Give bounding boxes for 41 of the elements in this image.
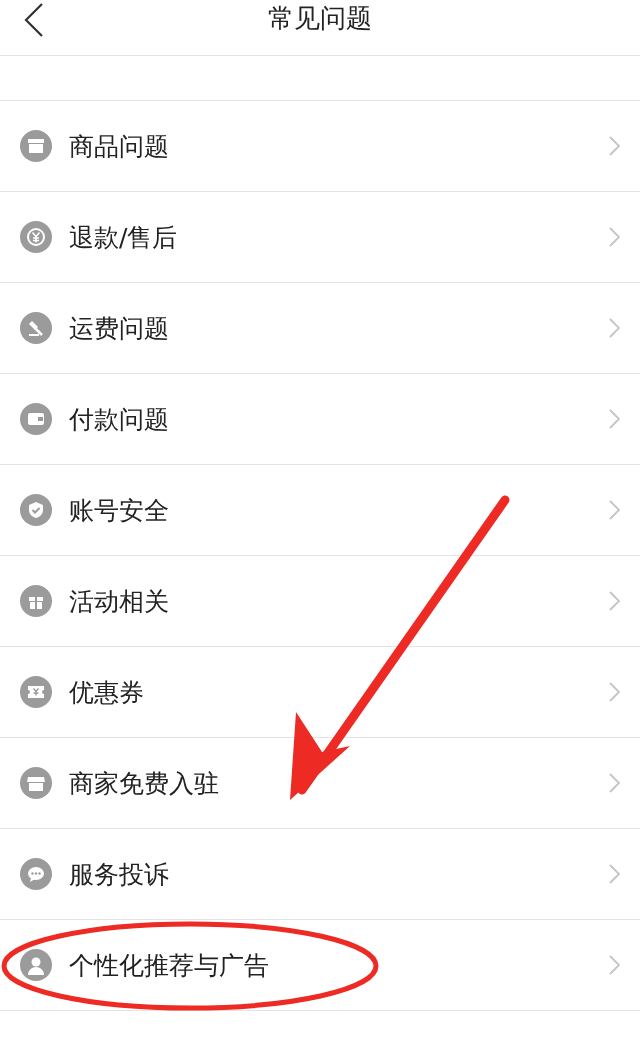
back-icon[interactable] <box>22 2 44 38</box>
chat-icon <box>20 858 52 890</box>
chevron-right-icon <box>608 409 620 429</box>
chevron-right-icon <box>608 500 620 520</box>
item-label: 付款问题 <box>69 403 170 436</box>
faq-item[interactable]: 活动相关 <box>0 556 640 646</box>
item-label: 活动相关 <box>69 585 170 618</box>
item-label: 服务投诉 <box>69 858 170 891</box>
chevron-right-icon <box>608 591 620 611</box>
item-label: 个性化推荐与广告 <box>69 949 270 982</box>
ticket-icon <box>20 676 52 708</box>
faq-item[interactable]: 账号安全 <box>0 465 640 555</box>
page-title: 常见问题 <box>268 2 372 35</box>
chevron-right-icon <box>608 318 620 338</box>
chevron-right-icon <box>608 227 620 247</box>
faq-item[interactable]: 运费问题 <box>0 283 640 373</box>
faq-item[interactable]: 商品问题 <box>0 101 640 191</box>
chevron-right-icon <box>608 864 620 884</box>
shield-icon <box>20 494 52 526</box>
faq-item[interactable]: 退款/售后 <box>0 192 640 282</box>
shop-icon <box>20 767 52 799</box>
yen-icon <box>20 221 52 253</box>
faq-item[interactable]: 付款问题 <box>0 374 640 464</box>
faq-item[interactable]: 服务投诉 <box>0 829 640 919</box>
chevron-right-icon <box>608 773 620 793</box>
faq-item[interactable]: 个性化推荐与广告 <box>0 920 640 1010</box>
chevron-right-icon <box>608 136 620 156</box>
person-icon <box>20 949 52 981</box>
item-label: 优惠券 <box>69 676 145 709</box>
wallet-icon <box>20 403 52 435</box>
faq-item[interactable]: 优惠券 <box>0 647 640 737</box>
chevron-right-icon <box>608 955 620 975</box>
item-label: 商家免费入驻 <box>69 767 220 800</box>
item-label: 账号安全 <box>69 494 170 527</box>
box-icon <box>20 130 52 162</box>
hammer-icon <box>20 312 52 344</box>
chevron-right-icon <box>608 682 620 702</box>
item-label: 退款/售后 <box>69 221 179 254</box>
item-label: 运费问题 <box>69 312 170 345</box>
gift-icon <box>20 585 52 617</box>
item-label: 商品问题 <box>69 130 170 163</box>
